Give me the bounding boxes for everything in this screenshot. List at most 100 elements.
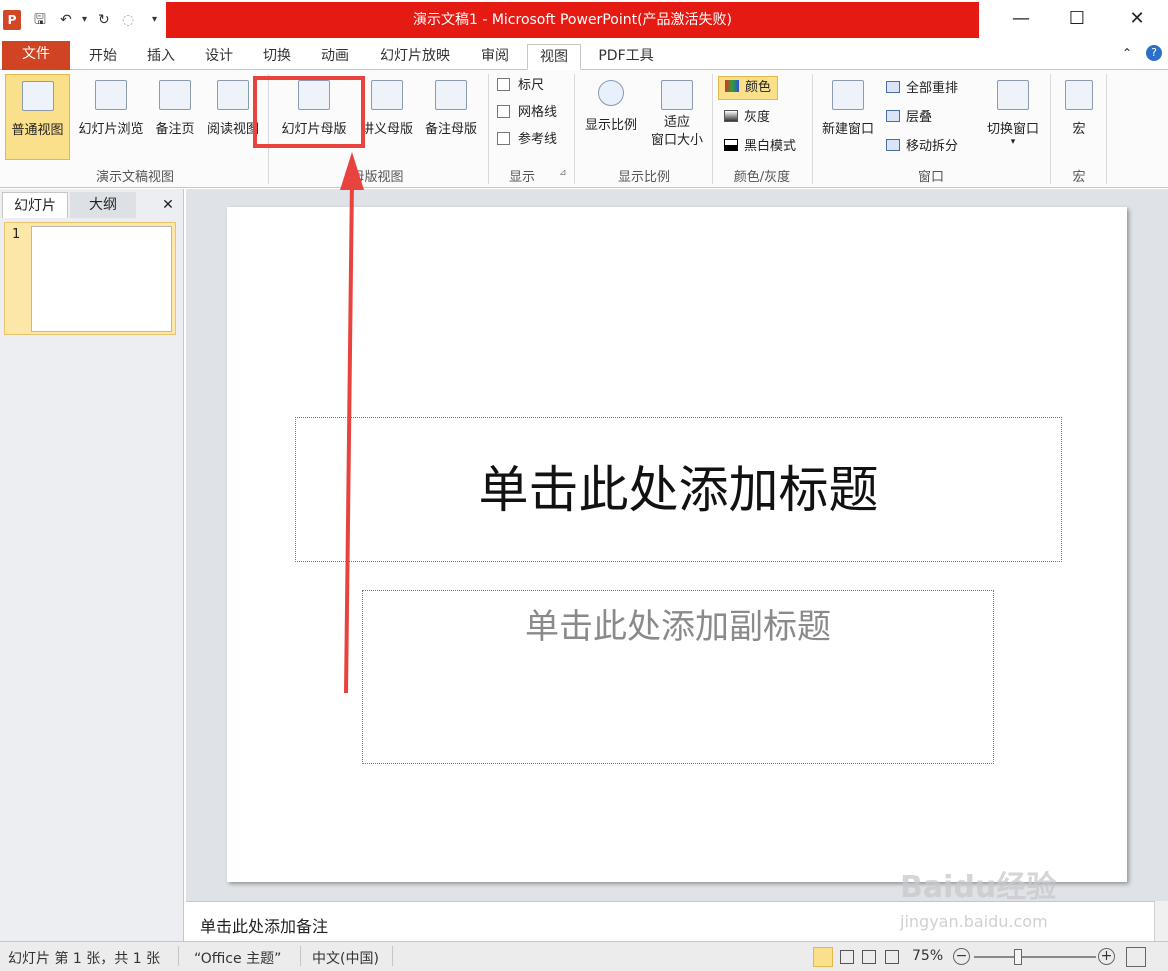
new-window-button[interactable]: 新建窗口 — [816, 74, 880, 160]
guides-checkbox[interactable]: 参考线 — [497, 129, 557, 151]
handout-master-icon — [371, 80, 403, 110]
group-label-macros: 宏 — [1072, 170, 1086, 185]
group-label-color: 颜色/灰度 — [733, 170, 791, 185]
grayscale-button[interactable]: 灰度 — [724, 107, 770, 129]
close-button[interactable]: ✕ — [1114, 4, 1160, 34]
slide-sorter-button[interactable]: 幻灯片浏览 — [72, 74, 150, 160]
tab-animations[interactable]: 动画 — [312, 44, 358, 70]
black-white-button[interactable]: 黑白模式 — [724, 136, 796, 158]
tab-slides[interactable]: 幻灯片 — [2, 192, 68, 218]
group-label-window: 窗口 — [917, 170, 944, 185]
save-icon[interactable]: 🖫 — [34, 10, 46, 30]
normal-view-status-icon[interactable] — [813, 947, 833, 967]
group-label-master-views: 母版视图 — [351, 170, 404, 185]
zoom-button[interactable]: 显示比例 — [578, 74, 644, 160]
tab-home[interactable]: 开始 — [80, 44, 126, 70]
arrange-all-icon — [886, 81, 900, 93]
slide-thumbnail-item[interactable]: 1 — [4, 222, 176, 335]
color-icon — [725, 80, 739, 92]
help-icon[interactable]: ? — [1146, 45, 1162, 61]
redo-icon[interactable]: ↻ — [98, 10, 110, 30]
slide-canvas: 单击此处添加标题 单击此处添加副标题 — [227, 207, 1127, 882]
zoom-slider-thumb[interactable] — [1014, 949, 1022, 965]
slide-sorter-icon — [95, 80, 127, 110]
notes-page-icon — [159, 80, 191, 110]
macros-button[interactable]: 宏 — [1056, 74, 1102, 160]
zoom-slider[interactable] — [974, 956, 1096, 958]
reading-view-icon — [217, 80, 249, 110]
cascade-button[interactable]: 层叠 — [886, 107, 932, 129]
group-label-zoom: 显示比例 — [617, 170, 670, 185]
group-separator — [1050, 74, 1051, 184]
group-separator — [488, 74, 489, 184]
baidu-watermark: Baidu经验 — [900, 870, 1057, 905]
tab-insert[interactable]: 插入 — [138, 44, 184, 70]
move-split-icon — [886, 139, 900, 151]
baidu-watermark-url: jingyan.baidu.com — [900, 912, 1048, 931]
show-dialog-launcher-icon[interactable]: ⊿ — [559, 168, 567, 178]
magnifier-icon — [598, 80, 624, 106]
fit-to-window-button[interactable]: 适应 窗口大小 — [645, 74, 709, 160]
tab-transitions[interactable]: 切换 — [254, 44, 300, 70]
maximize-button[interactable]: ☐ — [1054, 4, 1100, 34]
ribbon-tabs: 文件 开始 插入 设计 切换 动画 幻灯片放映 审阅 视图 PDF工具 ⌃ ? — [0, 40, 1168, 70]
group-separator — [574, 74, 575, 184]
subtitle-placeholder[interactable]: 单击此处添加副标题 — [362, 590, 994, 764]
notes-master-button[interactable]: 备注母版 — [419, 74, 483, 160]
slideshow-status-icon[interactable] — [885, 950, 899, 964]
customize-qat-icon[interactable]: ▾ — [152, 10, 157, 30]
fit-slide-icon[interactable] — [1126, 947, 1146, 967]
tab-design[interactable]: 设计 — [196, 44, 242, 70]
grayscale-icon — [724, 110, 738, 122]
cascade-icon — [886, 110, 900, 122]
theme-name[interactable]: “Office 主题” — [194, 948, 281, 968]
switch-window-button[interactable]: 切换窗口 ▾ — [980, 74, 1046, 160]
repeat-icon[interactable]: ◌ — [122, 10, 134, 30]
powerpoint-logo-icon: P — [3, 10, 21, 30]
slide-editor: 单击此处添加标题 单击此处添加副标题 — [186, 189, 1168, 901]
undo-icon[interactable]: ↶ — [60, 10, 72, 30]
group-separator — [812, 74, 813, 184]
zoom-out-icon[interactable]: − — [953, 948, 970, 965]
color-button[interactable]: 颜色 — [718, 76, 779, 100]
slide-thumbnail — [31, 226, 172, 332]
group-label-presentation-views: 演示文稿视图 — [95, 170, 174, 185]
tab-outline[interactable]: 大纲 — [70, 192, 136, 218]
notes-master-icon — [435, 80, 467, 110]
group-separator — [712, 74, 713, 184]
slide-number: 1 — [12, 227, 21, 242]
minimize-button[interactable]: — — [998, 4, 1044, 34]
handout-master-button[interactable]: 讲义母版 — [356, 74, 418, 160]
close-pane-icon[interactable]: ✕ — [156, 192, 180, 218]
zoom-level[interactable]: 75% — [912, 948, 943, 964]
move-split-button[interactable]: 移动拆分 — [886, 136, 958, 158]
arrange-all-button[interactable]: 全部重排 — [886, 78, 958, 100]
ruler-checkbox[interactable]: 标尺 — [497, 75, 544, 97]
annotation-highlight-box — [253, 76, 365, 148]
vertical-scrollbar[interactable] — [1154, 901, 1168, 941]
slides-pane: 幻灯片 大纲 ✕ 1 — [0, 189, 184, 941]
macros-icon — [1065, 80, 1093, 110]
zoom-in-icon[interactable]: + — [1098, 948, 1115, 965]
normal-view-button[interactable]: 普通视图 — [5, 74, 70, 160]
slide-sorter-status-icon[interactable] — [840, 950, 854, 964]
language-indicator[interactable]: 中文(中国) — [312, 948, 379, 968]
tab-file[interactable]: 文件 — [2, 41, 70, 70]
gridlines-checkbox[interactable]: 网格线 — [497, 102, 557, 124]
reading-view-status-icon[interactable] — [862, 950, 876, 964]
collapse-ribbon-icon[interactable]: ⌃ — [1122, 46, 1132, 60]
tab-view[interactable]: 视图 — [527, 44, 581, 70]
switch-window-dropdown-icon: ▾ — [1010, 137, 1016, 147]
tab-review[interactable]: 审阅 — [472, 44, 518, 70]
title-placeholder[interactable]: 单击此处添加标题 — [295, 417, 1062, 562]
tab-pdf-tools[interactable]: PDF工具 — [590, 44, 662, 70]
status-bar: 幻灯片 第 1 张，共 1 张 “Office 主题” 中文(中国) 75% −… — [0, 941, 1168, 971]
normal-view-icon — [21, 81, 54, 111]
group-separator — [1106, 74, 1107, 184]
tab-slideshow[interactable]: 幻灯片放映 — [370, 44, 460, 70]
window-title: 演示文稿1 - Microsoft PowerPoint(产品激活失败) — [166, 2, 979, 38]
notes-page-button[interactable]: 备注页 — [150, 74, 200, 160]
switch-window-icon — [997, 80, 1029, 110]
undo-dropdown-icon[interactable]: ▾ — [82, 10, 87, 30]
black-white-icon — [724, 139, 738, 151]
